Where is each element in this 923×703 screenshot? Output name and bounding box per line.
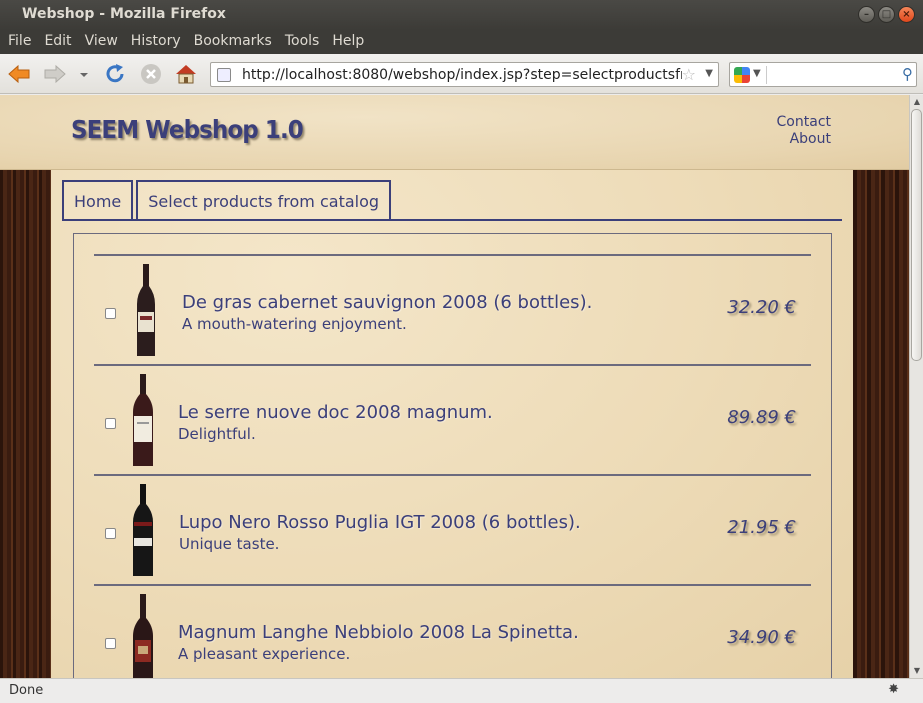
main-panel: Home Select products from catalog De gra… <box>51 170 853 678</box>
product-row: Le serre nuove doc 2008 magnum. Delightf… <box>94 364 811 474</box>
url-dropdown-icon[interactable]: ▼ <box>705 68 713 79</box>
page-content: SEEM Webshop 1.0 Contact About Home Sele… <box>0 95 909 678</box>
product-checkbox[interactable] <box>105 528 116 539</box>
product-name: De gras cabernet sauvignon 2008 (6 bottl… <box>182 292 593 313</box>
wood-border-right <box>853 170 909 678</box>
search-divider <box>766 66 767 84</box>
product-row: De gras cabernet sauvignon 2008 (6 bottl… <box>94 254 811 364</box>
product-price: 89.89 € <box>727 407 796 428</box>
history-dropdown-icon[interactable] <box>76 61 92 87</box>
menu-bookmarks[interactable]: Bookmarks <box>189 30 277 54</box>
tab-select-products[interactable]: Select products from catalog <box>136 180 392 220</box>
site-identity-icon[interactable] <box>217 68 231 82</box>
menu-view[interactable]: View <box>80 30 123 54</box>
search-magnifier-icon[interactable]: ⚲ <box>902 65 913 83</box>
product-name: Magnum Langhe Nebbiolo 2008 La Spinetta. <box>178 622 579 643</box>
product-name: Le serre nuove doc 2008 magnum. <box>178 402 493 423</box>
product-price: 32.20 € <box>727 297 796 318</box>
site-header: SEEM Webshop 1.0 Contact About <box>0 95 909 170</box>
menu-tools[interactable]: Tools <box>280 30 325 54</box>
menu-help[interactable]: Help <box>327 30 369 54</box>
home-icon[interactable] <box>173 61 199 87</box>
maximize-button[interactable]: □ <box>878 6 895 23</box>
status-text: Done <box>9 683 44 698</box>
contact-link[interactable]: Contact <box>777 114 831 131</box>
search-engine-dropdown-icon[interactable]: ▼ <box>753 68 761 79</box>
product-catalog: De gras cabernet sauvignon 2008 (6 bottl… <box>73 233 832 678</box>
window-title: Webshop - Mozilla Firefox <box>22 6 226 22</box>
product-description: A pleasant experience. <box>178 645 351 663</box>
stop-icon[interactable] <box>138 61 164 87</box>
product-row: Magnum Langhe Nebbiolo 2008 La Spinetta.… <box>94 584 811 678</box>
wood-border-left <box>0 170 51 678</box>
firebug-icon[interactable]: ✸ <box>888 682 899 697</box>
vertical-scrollbar[interactable]: ▲ ▼ <box>909 95 923 678</box>
about-link[interactable]: About <box>777 131 831 148</box>
google-search-engine-icon[interactable] <box>734 67 750 83</box>
title-bar: Webshop - Mozilla Firefox – □ × <box>0 0 923 30</box>
product-description: Delightful. <box>178 425 256 443</box>
tab-bar: Home Select products from catalog <box>62 180 394 221</box>
product-checkbox[interactable] <box>105 638 116 649</box>
product-description: Unique taste. <box>179 535 280 553</box>
product-row: Lupo Nero Rosso Puglia IGT 2008 (6 bottl… <box>94 474 811 584</box>
wine-bottle-image <box>133 594 153 678</box>
back-icon[interactable] <box>6 61 32 87</box>
url-text[interactable]: http://localhost:8080/webshop/index.jsp?… <box>242 67 682 83</box>
site-logo[interactable]: SEEM Webshop 1.0 <box>71 115 304 144</box>
minimize-button[interactable]: – <box>858 6 875 23</box>
product-checkbox[interactable] <box>105 418 116 429</box>
address-bar[interactable]: http://localhost:8080/webshop/index.jsp?… <box>210 62 719 87</box>
scroll-up-icon[interactable]: ▲ <box>912 97 922 107</box>
product-price: 34.90 € <box>727 627 796 648</box>
product-price: 21.95 € <box>727 517 796 538</box>
wine-bottle-image <box>133 374 153 466</box>
bookmark-star-icon[interactable]: ☆ <box>682 65 696 84</box>
forward-icon[interactable] <box>42 61 68 87</box>
status-bar: Done ✸ <box>0 678 923 703</box>
navigation-toolbar: http://localhost:8080/webshop/index.jsp?… <box>0 54 923 94</box>
window-controls: – □ × <box>858 6 915 23</box>
product-checkbox[interactable] <box>105 308 116 319</box>
tab-home[interactable]: Home <box>62 180 134 220</box>
close-button[interactable]: × <box>898 6 915 23</box>
search-bar[interactable]: ▼ ⚲ <box>729 62 917 87</box>
scroll-down-icon[interactable]: ▼ <box>912 666 922 676</box>
wine-bottle-image <box>137 264 155 356</box>
menu-history[interactable]: History <box>126 30 186 54</box>
reload-icon[interactable] <box>102 61 128 87</box>
product-description: A mouth-watering enjoyment. <box>182 315 407 333</box>
browser-window: Webshop - Mozilla Firefox – □ × File Edi… <box>0 0 923 703</box>
menu-bar: File Edit View History Bookmarks Tools H… <box>0 30 923 54</box>
product-name: Lupo Nero Rosso Puglia IGT 2008 (6 bottl… <box>179 512 581 533</box>
menu-edit[interactable]: Edit <box>39 30 76 54</box>
scrollbar-thumb[interactable] <box>911 109 922 361</box>
wine-bottle-image <box>133 484 153 576</box>
menu-file[interactable]: File <box>3 30 36 54</box>
top-links: Contact About <box>777 114 831 148</box>
tab-underline <box>62 219 842 221</box>
